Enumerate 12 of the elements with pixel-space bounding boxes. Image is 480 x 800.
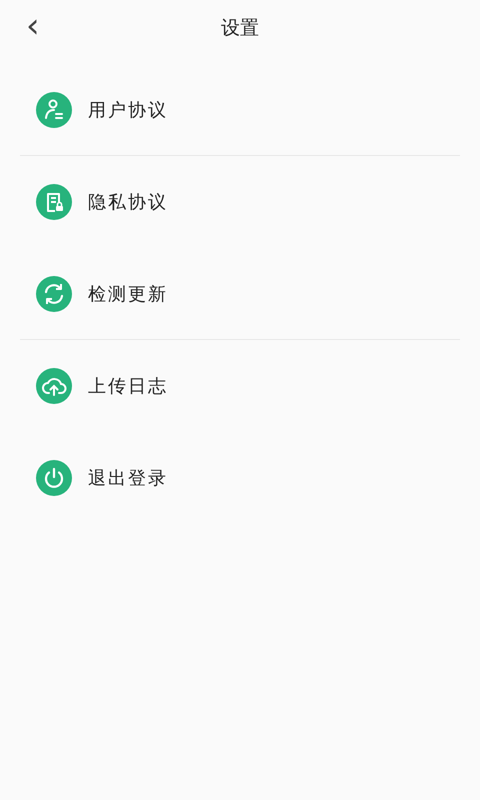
settings-item[interactable]: 上传日志 [20,340,460,432]
refresh-icon [36,276,72,312]
settings-item[interactable]: 隐私协议 [20,156,460,248]
user-icon [36,92,72,128]
page-title: 设置 [221,16,259,41]
settings-item[interactable]: 检测更新 [20,248,460,340]
power-icon [36,460,72,496]
document-lock-icon [36,184,72,220]
settings-item[interactable]: 退出登录 [20,432,460,524]
cloud-upload-icon [36,368,72,404]
settings-item[interactable]: 用户协议 [20,64,460,156]
back-button[interactable]: ‹ [20,8,46,44]
